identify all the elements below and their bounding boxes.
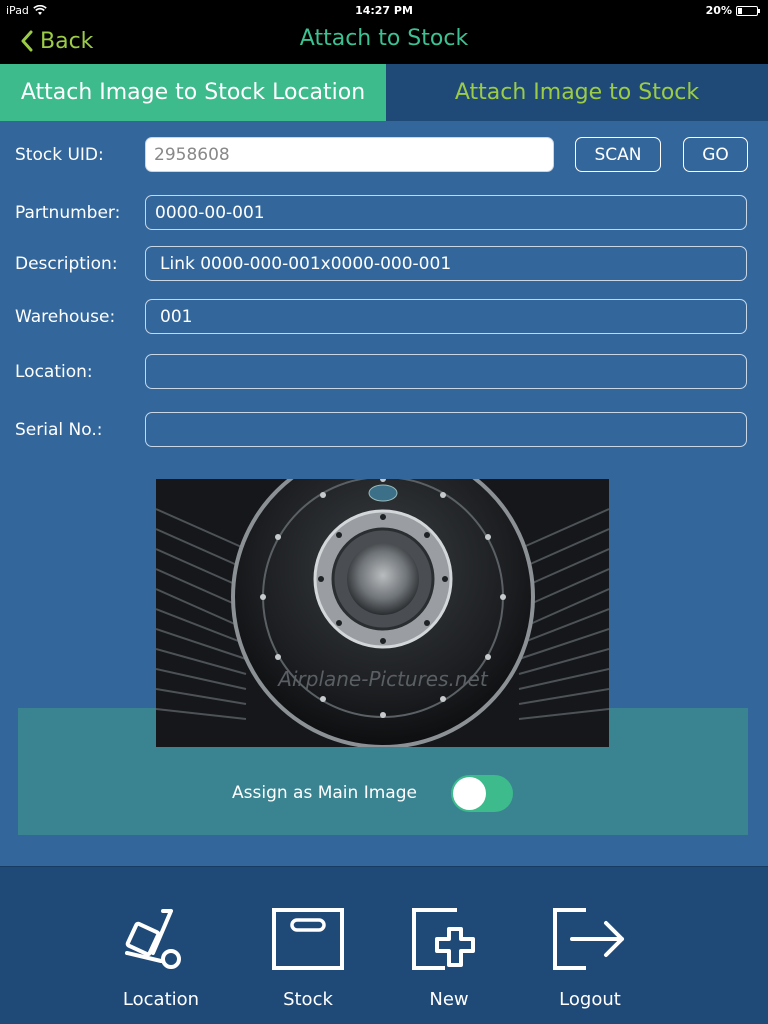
back-label: Back: [40, 28, 94, 54]
toggle-knob: [453, 777, 486, 810]
serial-label: Serial No.:: [15, 420, 103, 440]
location-field[interactable]: [145, 354, 747, 389]
page-title: Attach to Stock: [299, 26, 469, 51]
box-icon: [272, 908, 344, 970]
partnumber-field[interactable]: 0000-00-001: [145, 195, 747, 230]
toolbar-stock-button[interactable]: Stock: [248, 867, 368, 1024]
tab-bar: Attach Image to Stock Location Attach Im…: [0, 64, 768, 121]
toolbar-location-button[interactable]: Location: [101, 867, 221, 1024]
attached-image: Airplane-Pictures.net: [156, 479, 609, 747]
new-plus-icon: [412, 908, 475, 970]
toolbar-location-label: Location: [122, 989, 200, 1010]
warehouse-value: 001: [160, 306, 193, 327]
tab-attach-stock[interactable]: Attach Image to Stock: [386, 64, 768, 121]
hand-truck-icon: [125, 909, 181, 969]
battery-icon: [736, 5, 760, 16]
toolbar-new-button[interactable]: New: [389, 867, 509, 1024]
chevron-left-icon: [21, 30, 33, 52]
partnumber-value: 0000-00-001: [155, 202, 265, 223]
warehouse-field[interactable]: 001: [145, 299, 747, 334]
serial-field[interactable]: [145, 412, 747, 447]
description-value: Link 0000-000-001x0000-000-001: [160, 253, 452, 274]
stock-uid-input[interactable]: [145, 137, 554, 172]
navigation-bar: Back Attach to Stock: [0, 20, 768, 64]
image-watermark: Airplane-Pictures.net: [276, 667, 489, 691]
battery-percent: 20%: [705, 4, 732, 17]
scan-button[interactable]: SCAN: [575, 137, 661, 172]
tab-attach-stock-location[interactable]: Attach Image to Stock Location: [0, 64, 386, 121]
toolbar-logout-label: Logout: [559, 989, 621, 1010]
bottom-toolbar: Location Stock New Logout: [0, 866, 768, 1024]
toolbar-stock-label: Stock: [283, 989, 333, 1010]
description-field[interactable]: Link 0000-000-001x0000-000-001: [145, 246, 747, 281]
partnumber-label: Partnumber:: [15, 203, 121, 223]
go-button[interactable]: GO: [683, 137, 748, 172]
location-label: Location:: [15, 362, 93, 382]
toolbar-logout-button[interactable]: Logout: [530, 867, 650, 1024]
assign-main-image-label: Assign as Main Image: [232, 783, 417, 803]
status-bar: iPad 14:27 PM 20%: [0, 0, 768, 20]
logout-icon: [553, 908, 624, 970]
warehouse-label: Warehouse:: [15, 307, 116, 327]
stock-uid-label: Stock UID:: [15, 145, 104, 165]
status-time: 14:27 PM: [355, 4, 413, 17]
description-label: Description:: [15, 254, 118, 274]
toolbar-new-label: New: [429, 989, 469, 1010]
back-button[interactable]: Back: [20, 25, 93, 57]
assign-main-image-toggle[interactable]: [451, 775, 513, 812]
